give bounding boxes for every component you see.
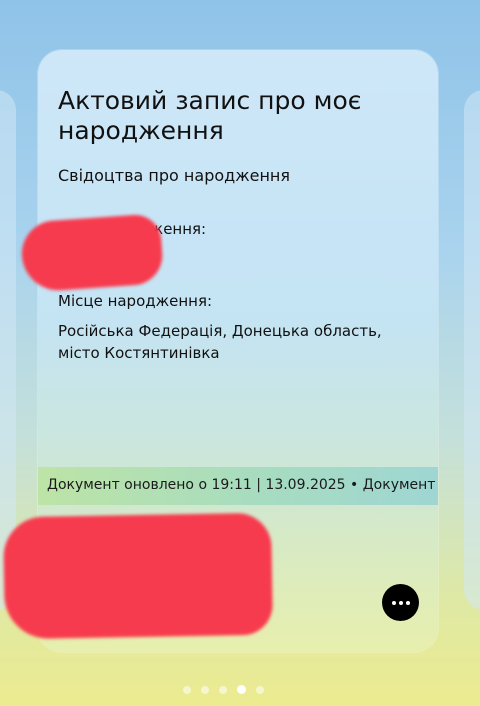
ellipsis-icon — [391, 600, 396, 605]
redaction-mark — [19, 213, 165, 293]
ellipsis-icon — [405, 600, 410, 605]
card-title: Актовий запис про моє народження — [58, 86, 362, 145]
page-indicator — [183, 685, 264, 694]
place-of-birth-label: Місце народження: — [58, 292, 213, 310]
page-dot[interactable] — [183, 685, 191, 694]
more-options-button[interactable] — [382, 584, 419, 621]
place-of-birth-value: Російська Федерація, Донецька область, м… — [58, 322, 382, 362]
redaction-mark — [2, 512, 274, 640]
page-dot[interactable] — [201, 685, 209, 694]
page-dot[interactable] — [256, 685, 264, 694]
card-subtitle: Свідоцтва про народження — [58, 166, 290, 185]
page-dot[interactable] — [219, 685, 227, 694]
next-card-edge[interactable] — [464, 90, 480, 610]
ellipsis-icon — [398, 600, 403, 605]
document-updated-ticker: Документ оновлено о 19:11 | 13.09.2025 •… — [38, 467, 438, 505]
page-dot[interactable] — [237, 685, 246, 694]
ticker-text: Документ оновлено о 19:11 | 13.09.2025 •… — [47, 477, 438, 493]
